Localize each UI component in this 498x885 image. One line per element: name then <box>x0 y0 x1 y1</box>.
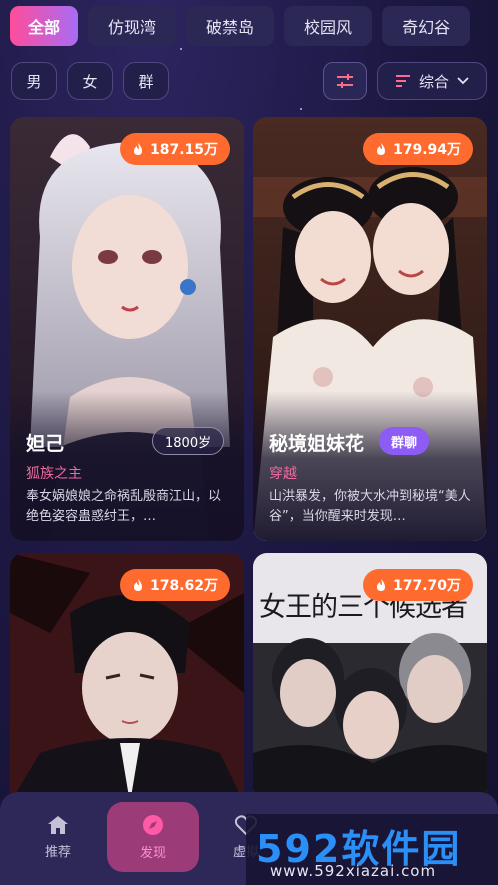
popularity-badge: 179.94万 <box>362 133 473 165</box>
popularity-count: 178.62万 <box>149 578 218 594</box>
character-description: 山洪暴发，你被大水冲到秘境“美人谷”，当你醒来时发现… <box>269 489 471 524</box>
tab-qihuangu[interactable]: 奇幻谷 <box>382 6 471 46</box>
character-name: 秘境姐妹花 <box>269 433 365 455</box>
group-chat-badge: 群聊 <box>379 427 430 455</box>
character-card[interactable]: 178.62万 <box>10 553 244 803</box>
category-tabs: 全部 仿现湾 破禁岛 校园风 奇幻谷 <box>0 6 498 50</box>
tab-fangxianwan[interactable]: 仿现湾 <box>88 6 177 46</box>
filter-male[interactable]: 男 <box>11 62 57 100</box>
age-badge: 1800岁 <box>152 427 225 455</box>
compass-icon <box>143 814 163 835</box>
nav-label: 推荐 <box>44 844 71 860</box>
sliders-icon <box>337 74 353 88</box>
watermark-url: www.592xiazai.com <box>270 862 437 880</box>
fire-icon <box>133 579 142 591</box>
sort-icon <box>395 75 410 87</box>
sort-label: 综合 <box>418 72 449 91</box>
character-name: 妲己 <box>26 433 65 455</box>
sort-dropdown[interactable]: 综合 <box>377 62 487 100</box>
nav-discover[interactable]: 发现 <box>107 802 199 872</box>
tab-xiaoyuanfeng[interactable]: 校园风 <box>284 6 373 46</box>
character-tag: 狐族之主 <box>26 466 82 482</box>
fire-icon <box>376 579 385 591</box>
chevron-down-icon <box>457 77 469 85</box>
fire-icon <box>133 143 142 155</box>
filter-female[interactable]: 女 <box>67 62 113 100</box>
popularity-count: 187.15万 <box>149 142 218 158</box>
character-card[interactable]: 187.15万 妲己 1800岁 狐族之主 奉女娲娘娘之命祸乱殷商江山，以绝色姿… <box>10 117 244 541</box>
nav-recommend[interactable]: 推荐 <box>12 802 104 872</box>
fire-icon <box>376 143 385 155</box>
popularity-badge: 178.62万 <box>119 569 230 601</box>
tab-all[interactable]: 全部 <box>10 6 79 46</box>
background-star <box>300 108 302 110</box>
home-icon <box>48 815 68 834</box>
character-card[interactable]: 179.94万 秘境姐妹花 群聊 穿越 山洪暴发，你被大水冲到秘境“美人谷”，当… <box>253 117 487 541</box>
filter-group[interactable]: 群 <box>123 62 169 100</box>
character-card[interactable]: 女王的三个候选者 177.70万 <box>253 553 487 803</box>
filter-bar: 男 女 群 综合 <box>11 62 487 102</box>
popularity-badge: 187.15万 <box>119 133 230 165</box>
nav-label: 发现 <box>139 845 166 861</box>
character-description: 奉女娲娘娘之命祸乱殷商江山，以绝色姿容蛊惑纣王，… <box>26 489 222 524</box>
popularity-count: 179.94万 <box>392 142 461 158</box>
watermark: 592软件园 www.592xiazai.com <box>246 814 498 885</box>
character-tag: 穿越 <box>269 466 297 482</box>
popularity-badge: 177.70万 <box>362 569 473 601</box>
filter-settings-button[interactable] <box>323 62 367 100</box>
tab-pojindao[interactable]: 破禁岛 <box>186 6 275 46</box>
popularity-count: 177.70万 <box>392 578 461 594</box>
